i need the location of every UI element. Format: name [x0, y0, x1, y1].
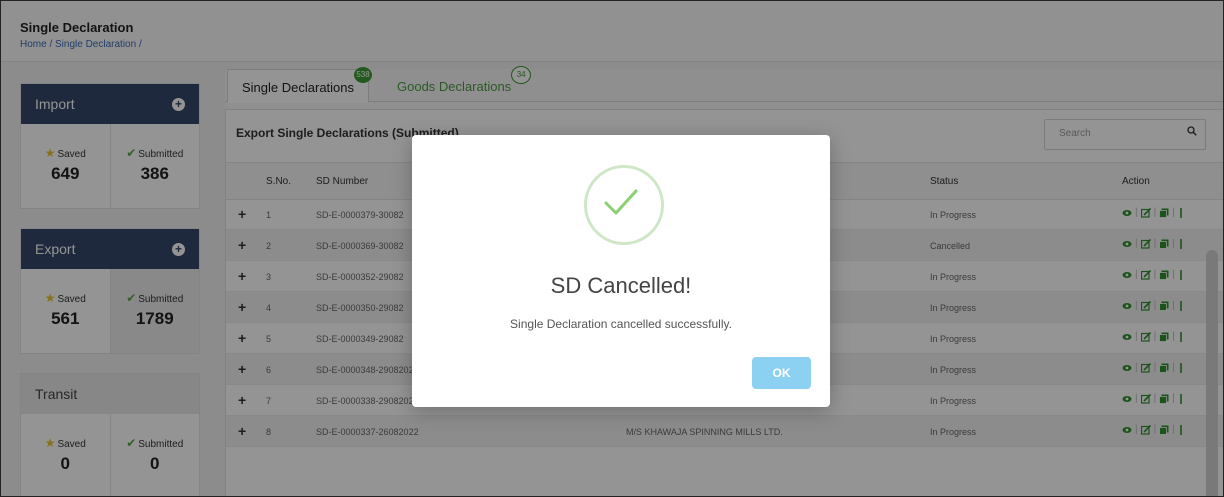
- ok-button[interactable]: OK: [752, 357, 811, 389]
- dialog-title: SD Cancelled!: [550, 273, 692, 298]
- dialog-message: Single Declaration cancelled successfull…: [510, 317, 732, 331]
- success-check-icon: [584, 165, 664, 245]
- success-dialog: SD Cancelled! Single Declaration cancell…: [412, 135, 830, 407]
- app-window: Single Declaration Home / Single Declara…: [0, 0, 1224, 497]
